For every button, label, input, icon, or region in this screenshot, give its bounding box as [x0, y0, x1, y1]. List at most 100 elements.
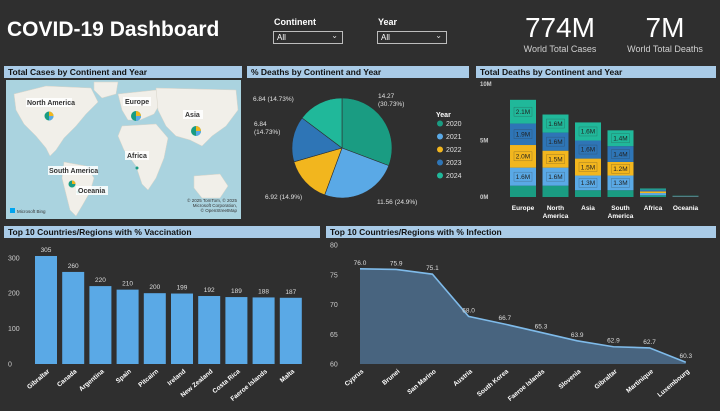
infection-category-label: San Marino [406, 368, 437, 396]
bing-logo-text: Microsoft Bing [17, 209, 46, 214]
vaccination-value-label: 187 [285, 289, 296, 296]
stacked-bar-segment-2023[interactable] [640, 189, 666, 192]
legend-dot-2024 [437, 172, 443, 179]
continent-filter-dropdown[interactable]: All ⌄ [273, 31, 343, 44]
year-filter-label: Year [378, 17, 398, 27]
vaccination-y-tick: 200 [8, 291, 20, 298]
legend-label-2020: 2020 [446, 121, 462, 128]
stacked-value-label: 2.0M [516, 154, 530, 161]
stacked-bar-segment-2020[interactable] [542, 185, 569, 197]
stacked-value-label: 1.3M [581, 180, 595, 187]
stacked-value-label: 1.5M [548, 156, 562, 163]
stacked-y-tick: 10M [480, 82, 492, 88]
stacked-bar-segment-2024[interactable] [640, 188, 666, 190]
vaccination-bar[interactable] [62, 271, 85, 364]
stacked-bar-segment-2020[interactable] [575, 190, 601, 197]
infection-value-label: 68.0 [462, 307, 475, 314]
vaccination-y-ticks: 0 100 200 300 [8, 255, 20, 368]
stacked-panel-header: Total Deaths by Continent and Year [476, 66, 716, 78]
stacked-value-label: 1.4M [613, 135, 627, 142]
kpi-total-cases-label: World Total Cases [523, 44, 597, 54]
vaccination-bar[interactable] [198, 296, 221, 364]
infection-value-label: 65.3 [535, 323, 548, 330]
infection-value-label: 76.0 [354, 260, 367, 267]
legend-label-2024: 2024 [446, 173, 462, 180]
land-oceania [193, 173, 229, 199]
pie-slices [291, 97, 393, 199]
map-label-oceania: Oceania [78, 188, 105, 195]
stacked-value-label: 1.4M [613, 151, 627, 158]
pie-label-2022: 6.92 (14.9%) [265, 194, 302, 201]
vaccination-bars [35, 256, 302, 364]
continent-filter-label: Continent [274, 17, 316, 27]
stacked-value-label: 1.6M [548, 174, 562, 181]
stacked-bar-segment-2020[interactable] [510, 185, 536, 197]
chevron-down-icon: ⌄ [435, 31, 442, 40]
stacked-bar-segment-2020[interactable] [640, 195, 666, 197]
page-title: COVID-19 Dashboard [7, 18, 220, 41]
stacked-bar-segment-2020[interactable] [607, 190, 634, 197]
pie-label-2024: 6.84 (14.73%) [253, 96, 294, 103]
infection-area [359, 268, 687, 364]
map-label-asia: Asia [185, 112, 200, 119]
vaccination-category-label: Canada [56, 368, 79, 389]
stacked-value-label: 1.6M [548, 139, 562, 146]
infection-panel-header: Top 10 Countries/Regions with % Infectio… [326, 226, 716, 238]
stacked-bar-segment-2022[interactable] [640, 191, 666, 194]
pie-label-2020: 14.27 (30.73%) [378, 93, 404, 108]
world-map-svg: North America Europe Asia Africa South A… [10, 81, 239, 217]
infection-category-label: Luxembourg [656, 368, 691, 399]
legend-dot-2020 [437, 120, 443, 127]
stacked-value-label: 1.5M [581, 164, 595, 171]
stacked-bar-segment-2021[interactable] [640, 193, 666, 196]
stacked-value-label: 1.6M [548, 121, 562, 128]
vaccination-category-label: Spain [115, 368, 133, 385]
vaccination-value-label: 260 [68, 263, 79, 270]
map-label-north-america: North America [27, 100, 75, 107]
vaccination-bar[interactable] [35, 256, 57, 364]
legend-label-2022: 2022 [446, 147, 462, 154]
kpi-total-cases: 774M World Total Cases [515, 12, 605, 54]
map-panel-header: Total Cases by Continent and Year [4, 66, 242, 78]
vaccination-panel-header: Top 10 Countries/Regions with % Vaccinat… [4, 226, 320, 238]
infection-value-label: 75.1 [426, 265, 439, 272]
vaccination-value-label: 188 [258, 288, 269, 295]
stacked-value-label: 2.1M [516, 109, 530, 116]
stacked-categories: Europe North America Asia South America Africa… [512, 205, 699, 220]
bing-logo: Microsoft Bing [10, 208, 46, 214]
infection-categories: Cyprus Brunei San Marino Austria South Korea… [344, 368, 691, 403]
legend-dot-2021 [437, 133, 443, 140]
infection-category-label: Cyprus [344, 368, 366, 388]
vaccination-bar[interactable] [116, 289, 139, 364]
infection-y-tick: 80 [330, 243, 338, 250]
vaccination-bar[interactable] [171, 293, 193, 364]
vaccination-value-label: 200 [149, 284, 160, 291]
vaccination-bar[interactable] [279, 297, 302, 364]
land-north-america [13, 85, 99, 157]
vaccination-value-label: 220 [95, 277, 106, 284]
kpi-total-deaths-value: 7M [645, 12, 685, 43]
year-filter-value: All [381, 33, 390, 42]
infection-category-label: South Korea [476, 368, 510, 398]
vaccination-bar[interactable] [252, 297, 275, 364]
stacked-value-label: 1.6M [581, 129, 595, 136]
stacked-bars: 1.6M 2.0M 1.9M 2.1M 1.6M 1.5M 1.6M 1.6M 1.3M 1.5M… [510, 99, 699, 197]
stacked-category-label: Oceania [673, 205, 699, 212]
vaccination-value-label: 189 [231, 288, 242, 295]
vaccination-bar[interactable] [143, 293, 166, 364]
continent-filter-value: All [277, 33, 286, 42]
world-map[interactable]: North America Europe Asia Africa South A… [6, 80, 241, 219]
vaccination-bar[interactable] [89, 286, 112, 364]
stacked-category-label: Africa [644, 205, 663, 212]
pie-legend: 2020 2021 2022 2023 2024 [437, 120, 462, 180]
vaccination-bar[interactable] [225, 297, 248, 364]
map-pie-marker-africa [135, 166, 139, 170]
legend-dot-2022 [437, 146, 443, 153]
map-label-africa: Africa [127, 153, 147, 160]
infection-value-label: 75.9 [390, 260, 403, 267]
year-filter-dropdown[interactable]: All ⌄ [377, 31, 447, 44]
infection-value-label: 62.7 [643, 339, 656, 346]
infection-value-label: 63.9 [571, 332, 584, 339]
infection-value-label: 62.9 [607, 338, 620, 345]
stacked-value-label: 1.6M [581, 147, 595, 154]
